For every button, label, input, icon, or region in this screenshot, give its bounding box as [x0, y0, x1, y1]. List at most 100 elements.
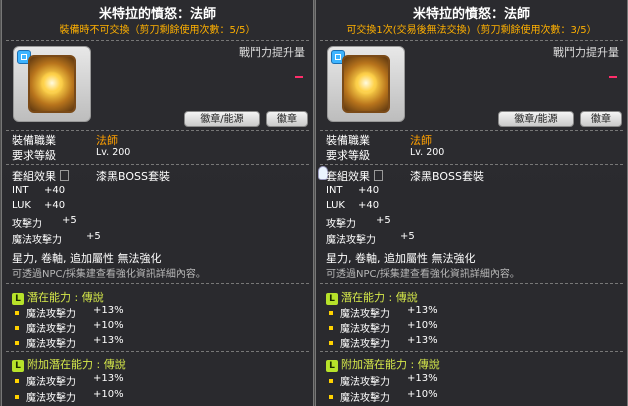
trade-notice: 裝備時不可交換（剪刀剩餘使用次數：5/5） [59, 25, 256, 36]
combat-power-label: 戰鬥力提升量 [553, 46, 619, 59]
bullet-icon [329, 311, 333, 315]
divider [320, 164, 623, 165]
legendary-rank-icon: L [12, 360, 24, 372]
trade-notice: 可交換1次(交易後無法交換)（剪刀剩餘使用次數：3/5） [346, 25, 597, 36]
potential-line: 魔法攻擊力 +10% [329, 320, 438, 335]
potential-name: 魔法攻擊力 [26, 393, 76, 404]
job-row: 裝備職業 法師 [12, 132, 118, 148]
divider [6, 351, 309, 352]
legendary-rank-icon: L [326, 360, 338, 372]
potential-value: +13% [407, 305, 438, 316]
potential-value: +13% [407, 335, 438, 346]
potential-line: 魔法攻擊力 +13% [329, 335, 438, 350]
emblem-icon [28, 55, 76, 113]
potential-name: 魔法攻擊力 [26, 339, 76, 350]
emblem-source-button[interactable]: 徽章/能源 [498, 111, 574, 127]
stat-value: +5 [376, 215, 391, 226]
set-value: 漆黑BOSS套裝 [410, 170, 484, 183]
stat-row: 魔法攻擊力 +5 [326, 231, 415, 246]
level-row: 要求等級 Lv. 200 [326, 147, 444, 163]
stat-row: INT +40 [12, 185, 65, 196]
potential-name: 魔法攻擊力 [340, 309, 390, 320]
bullet-icon [15, 311, 19, 315]
stat-name: LUK [12, 200, 31, 211]
potential-value: +13% [407, 373, 438, 384]
enhance-flags: 星力, 卷軸, 追加屬性 無法強化 [326, 252, 476, 265]
stat-name: LUK [326, 200, 345, 211]
level-value: Lv. 200 [410, 147, 445, 158]
bullet-icon [15, 395, 19, 399]
divider [320, 40, 623, 41]
potential-title: 潛在能力 : 傳說 [27, 291, 104, 304]
set-row: 套組效果 漆黑BOSS套裝 [326, 168, 484, 184]
potential-line: 魔法攻擊力 +13% [329, 305, 438, 320]
potential-name: 魔法攻擊力 [340, 339, 390, 350]
npc-note: 可透過NPC/採集建查看強化資訊詳細內容。 [326, 269, 520, 280]
potential-name: 魔法攻擊力 [26, 324, 76, 335]
potential-value: +10% [407, 389, 438, 400]
job-value: 法師 [410, 134, 432, 147]
item-icon-frame[interactable] [327, 46, 405, 122]
divider [320, 351, 623, 352]
combat-power-change [609, 76, 617, 78]
bullet-icon [329, 379, 333, 383]
set-label: 套組效果 [12, 170, 56, 183]
emblem-icon [342, 55, 390, 113]
potential-value: +10% [93, 389, 124, 400]
bullet-icon [329, 326, 333, 330]
stat-value: +5 [86, 231, 101, 242]
potential-value: +13% [93, 305, 124, 316]
additional-potential-header: L 附加潛在能力 : 傳說 [12, 356, 126, 372]
combat-power-label: 戰鬥力提升量 [239, 46, 305, 59]
potential-value: +10% [93, 320, 124, 331]
potential-line: 魔法攻擊力 +13% [15, 335, 124, 350]
divider [6, 130, 309, 131]
stat-value: +5 [400, 231, 415, 242]
job-label: 裝備職業 [12, 134, 56, 147]
emblem-button[interactable]: 徽章 [266, 111, 308, 127]
potential-title: 潛在能力 : 傳說 [341, 291, 418, 304]
level-label: 要求等級 [326, 149, 370, 162]
stat-value: +40 [358, 185, 380, 196]
set-icon [60, 170, 69, 181]
item-icon-frame[interactable] [13, 46, 91, 122]
level-row: 要求等級 Lv. 200 [12, 147, 130, 163]
divider [6, 164, 309, 165]
emblem-source-button[interactable]: 徽章/能源 [184, 111, 260, 127]
additional-potential-line: 魔法攻擊力 +13% [15, 373, 124, 388]
stat-row: 攻擊力 +5 [326, 215, 391, 230]
stat-value: +5 [62, 215, 77, 226]
item-title: 米特拉的憤怒：法師 [98, 7, 216, 22]
potential-name: 魔法攻擊力 [26, 377, 76, 388]
enhance-flags: 星力, 卷軸, 追加屬性 無法強化 [12, 252, 162, 265]
set-label: 套組效果 [326, 170, 370, 183]
potential-name: 魔法攻擊力 [340, 393, 390, 404]
stat-value: +40 [44, 200, 66, 211]
bullet-icon [15, 326, 19, 330]
legendary-rank-icon: L [326, 293, 338, 305]
additional-potential-header: L 附加潛在能力 : 傳說 [326, 356, 440, 372]
item-title: 米特拉的憤怒：法師 [412, 7, 530, 22]
bullet-icon [15, 341, 19, 345]
potential-value: +10% [407, 320, 438, 331]
additional-potential-line: 魔法攻擊力 +10% [15, 389, 124, 404]
stat-name: 魔法攻擊力 [326, 235, 376, 246]
stat-row: 魔法攻擊力 +5 [12, 231, 101, 246]
stat-value: +40 [44, 185, 66, 196]
item-tooltip-left: 米特拉的憤怒：法師 裝備時不可交換（剪刀剩餘使用次數：5/5） 戰鬥力提升量 徽… [1, 0, 314, 406]
job-row: 裝備職業 法師 [326, 132, 432, 148]
divider [6, 283, 309, 284]
bullet-icon [329, 395, 333, 399]
stat-row: LUK +40 [12, 200, 65, 211]
emblem-button[interactable]: 徽章 [580, 111, 622, 127]
legendary-rank-icon: L [12, 293, 24, 305]
stat-value: +40 [358, 200, 380, 211]
stat-row: INT +40 [326, 185, 379, 196]
set-value: 漆黑BOSS套裝 [96, 170, 170, 183]
set-icon [374, 170, 383, 181]
divider [320, 130, 623, 131]
potential-name: 魔法攻擊力 [26, 309, 76, 320]
potential-value: +13% [93, 335, 124, 346]
potential-value: +13% [93, 373, 124, 384]
potential-line: 魔法攻擊力 +10% [15, 320, 124, 335]
